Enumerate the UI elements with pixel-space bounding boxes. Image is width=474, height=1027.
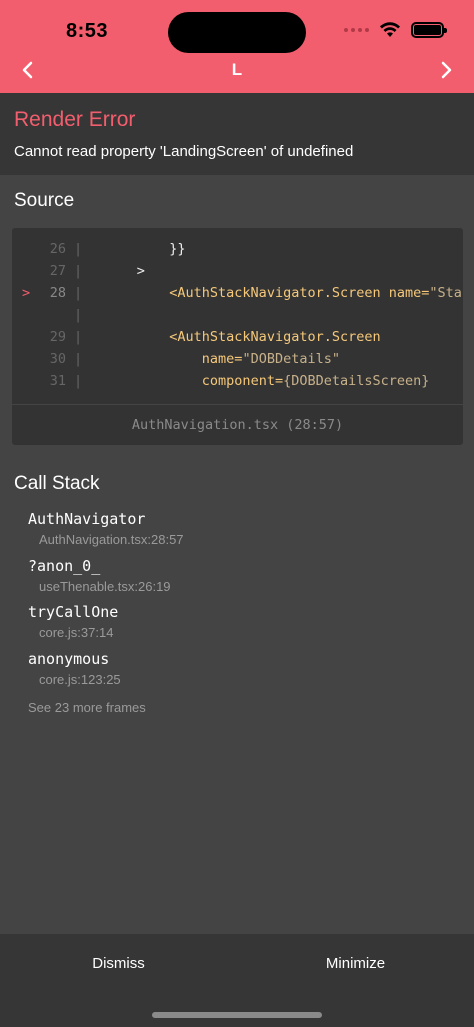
code-token-text: }} — [169, 241, 186, 257]
frame-function-name: AuthNavigator — [28, 510, 146, 528]
code-line: 29 | <AuthStackNavigator.Screen — [12, 326, 463, 348]
minimize-button[interactable]: Minimize — [237, 955, 474, 972]
current-line-marker: > — [22, 285, 31, 301]
callstack-title: Call Stack — [14, 473, 100, 494]
code-token-text: > — [136, 263, 145, 279]
dismiss-button[interactable]: Dismiss — [0, 955, 237, 972]
home-indicator[interactable] — [152, 1012, 322, 1018]
line-number: 27 — [49, 263, 66, 279]
line-number: 31 — [49, 373, 66, 389]
callstack-frame[interactable]: AuthNavigator AuthNavigation.tsx:28:57 — [28, 510, 184, 547]
code-line: | — [12, 304, 463, 326]
status-icons — [344, 22, 447, 38]
error-title: Render Error — [14, 108, 136, 131]
wifi-icon — [380, 22, 400, 37]
code-token-attr: name= — [201, 351, 243, 367]
frame-function-name: ?anon_0_ — [28, 557, 101, 575]
callstack-frame[interactable]: ?anon_0_ useThenable.tsx:26:19 — [28, 557, 171, 594]
code-text: }} — [88, 238, 186, 260]
frame-function-name: anonymous — [28, 650, 110, 668]
code-text: component={DOBDetailsScreen} — [88, 370, 430, 392]
line-number: 29 — [49, 329, 66, 345]
dynamic-island — [168, 12, 306, 53]
frame-location: AuthNavigation.tsx:28:57 — [39, 532, 184, 547]
code-line: 27 | > — [12, 260, 463, 282]
callstack-frame[interactable]: tryCallOne core.js:37:14 — [28, 603, 118, 640]
frame-location: useThenable.tsx:26:19 — [39, 579, 171, 594]
code-token-str: "Sta — [429, 285, 462, 301]
code-token-attr: component= — [201, 373, 284, 389]
gutter-bar: | — [74, 241, 83, 257]
gutter-bar: | — [74, 329, 83, 345]
code-divider — [12, 404, 463, 405]
gutter-bar: | — [74, 373, 83, 389]
chevron-right-icon[interactable] — [436, 58, 456, 82]
code-token-tag: <AuthStackNavigator.Screen — [169, 285, 381, 301]
gutter-bar: | — [74, 351, 83, 367]
code-token-attr: name= — [380, 285, 430, 301]
signal-dots-icon — [344, 28, 369, 32]
line-number: 28 — [49, 285, 66, 301]
line-number: 26 — [49, 241, 66, 257]
code-file-location[interactable]: AuthNavigation.tsx (28:57) — [12, 417, 463, 433]
code-text: <AuthStackNavigator.Screen name="Sta — [88, 282, 462, 304]
code-text: name="DOBDetails" — [88, 348, 340, 370]
gutter-bar: | — [74, 307, 83, 323]
see-more-frames-button[interactable]: See 23 more frames — [28, 700, 146, 715]
frame-location: core.js:123:25 — [39, 672, 121, 687]
code-text: > — [88, 260, 145, 282]
error-panel — [0, 93, 474, 175]
status-time: 8:53 — [66, 20, 109, 42]
code-token-str: {DOBDetailsScreen} — [283, 373, 430, 389]
callstack-frame[interactable]: anonymous core.js:123:25 — [28, 650, 121, 687]
code-line: 30 | name="DOBDetails" — [12, 348, 463, 370]
code-frame[interactable]: 26 | }} 27 | >28 > | <AuthStackNavigator.Scre… — [12, 228, 463, 445]
battery-icon — [411, 22, 447, 38]
gutter-bar: | — [74, 285, 83, 301]
code-text: <AuthStackNavigator.Screen — [88, 326, 381, 348]
frame-location: core.js:37:14 — [39, 625, 114, 640]
code-lines: 26 | }} 27 | >28 > | <AuthStackNavigator.Scre… — [12, 238, 463, 392]
gutter-bar: | — [74, 263, 83, 279]
code-token-tag: <AuthStackNavigator.Screen — [169, 329, 381, 345]
code-line: 26 | }} — [12, 238, 463, 260]
line-number: 30 — [49, 351, 66, 367]
code-line: 31 | component={DOBDetailsScreen} — [12, 370, 463, 392]
source-title: Source — [14, 190, 75, 211]
code-line: 28 > | <AuthStackNavigator.Screen name="St… — [12, 282, 463, 304]
nav-title: L — [231, 60, 243, 79]
code-token-str: "DOBDetails" — [242, 351, 340, 367]
frame-function-name: tryCallOne — [28, 603, 119, 621]
error-message: Cannot read property 'LandingScreen' of … — [14, 143, 354, 160]
